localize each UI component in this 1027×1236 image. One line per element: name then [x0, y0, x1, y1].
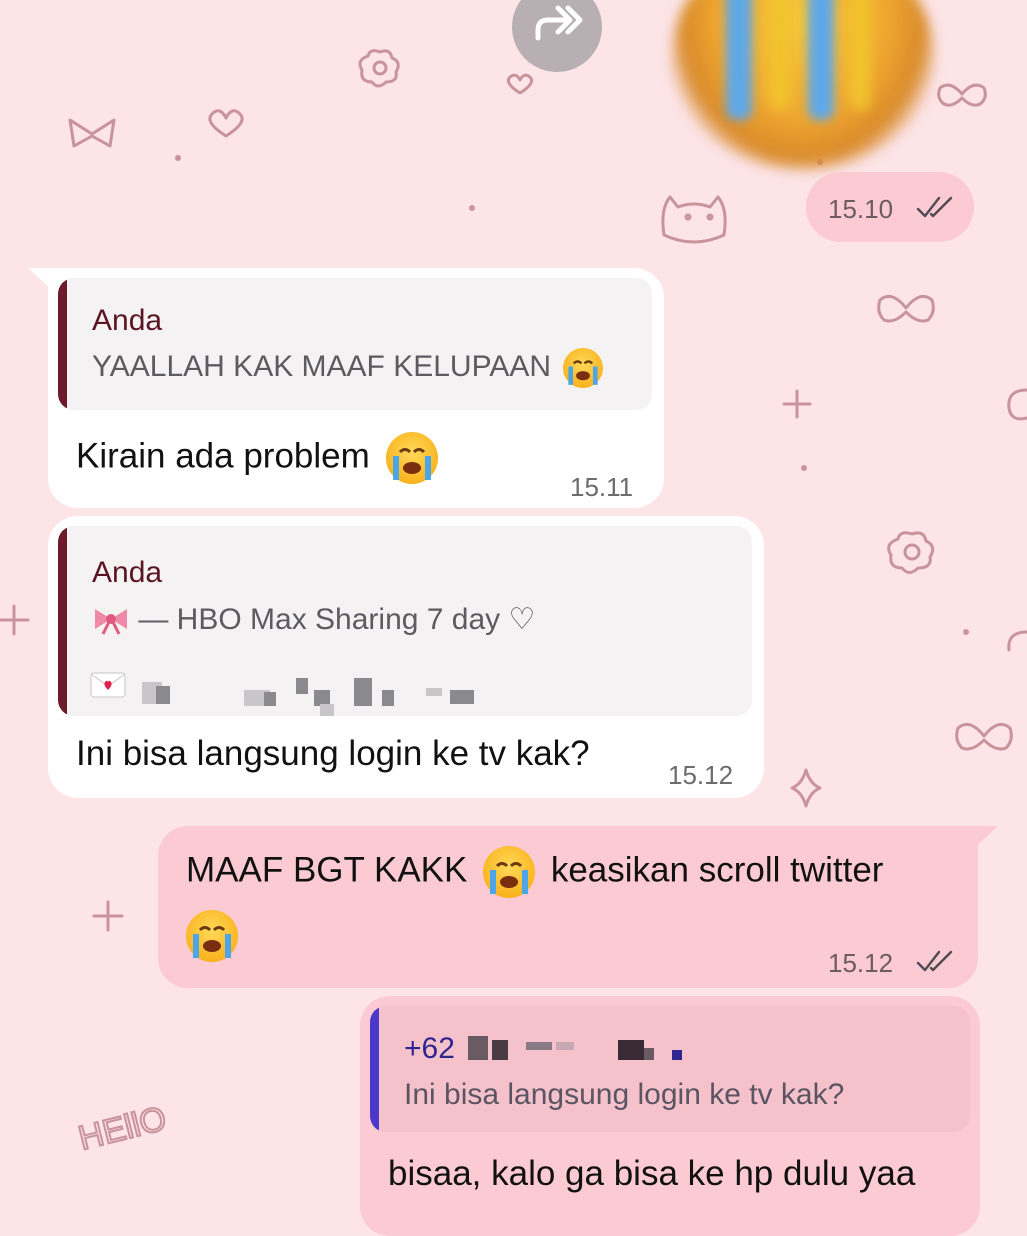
- message-text: MAAF BGT KAKK keasikan scroll twitter: [186, 846, 883, 898]
- message-time: 15.12: [668, 760, 734, 790]
- message-time: 15.11: [570, 472, 634, 502]
- quote-bar: [370, 1006, 379, 1132]
- incoming-message-bubble[interactable]: Anda — HBO Max Sharing 7 day ♡ Ini bisa …: [48, 516, 764, 798]
- message-time: 15.12: [828, 948, 894, 978]
- heart-doodle-icon: [208, 109, 244, 138]
- ribbon-emoji-icon: [92, 606, 130, 636]
- quote-bar: [58, 278, 67, 410]
- plus-doodle-icon: [782, 389, 812, 419]
- double-check-icon: [916, 950, 953, 972]
- outgoing-message-bubble[interactable]: +62 Ini bisa langsung login ke tv kak? b…: [360, 996, 980, 1236]
- crying-face-emoji-icon: [186, 910, 238, 962]
- message-time-pill: 15.10: [806, 172, 974, 242]
- message-time: 15.10: [828, 194, 894, 224]
- double-check-icon: [916, 196, 953, 218]
- bow-doodle-icon: [68, 118, 116, 148]
- quote-sender-name: Anda: [92, 556, 163, 589]
- quote-bar: [58, 526, 67, 716]
- sticker-blur-stripe: [850, 0, 870, 110]
- flower-doodle-icon: [358, 49, 400, 88]
- cat-doodle-icon: [661, 195, 727, 244]
- sticker-blur-stripe: [808, 0, 834, 120]
- bow-doodle-icon: [937, 83, 987, 107]
- reply-quote[interactable]: Anda YAALLAH KAK MAAF KELUPAAN: [58, 278, 652, 410]
- crying-face-emoji-icon: [385, 432, 438, 484]
- plus-doodle-icon: [0, 604, 30, 636]
- quote-text: YAALLAH KAK MAAF KELUPAAN: [92, 348, 604, 388]
- crying-face-emoji-icon: [563, 348, 604, 388]
- quote-sender-name: Anda: [92, 304, 163, 337]
- heart-doodle-icon: [506, 73, 534, 95]
- sticker-blur-stripe: [726, 0, 752, 120]
- love-letter-emoji-icon: [90, 672, 126, 698]
- quote-text: Ini bisa langsung login ke tv kak?: [404, 1078, 845, 1111]
- hello-doodle-text: HEllO: [75, 1099, 170, 1157]
- crying-face-emoji-icon: [483, 846, 536, 898]
- message-text: bisaa, kalo ga bisa ke hp dulu yaa: [388, 1154, 916, 1193]
- forward-arrow-icon: [535, 5, 583, 41]
- flower-doodle-icon: [887, 531, 935, 574]
- incoming-message-bubble[interactable]: Anda YAALLAH KAK MAAF KELUPAAN Kirain ad…: [28, 268, 664, 508]
- outgoing-message-bubble[interactable]: MAAF BGT KAKK keasikan scroll twitter 15…: [158, 826, 998, 988]
- message-text: Kirain ada problem: [76, 432, 438, 484]
- bow-doodle-icon: [877, 294, 935, 323]
- bow-doodle-icon: [955, 722, 1013, 751]
- forward-button[interactable]: [512, 0, 602, 72]
- sticker-blur-stripe: [770, 0, 790, 110]
- bubble-tail: [974, 826, 998, 848]
- bubble-tail: [28, 268, 52, 290]
- quote-text: — HBO Max Sharing 7 day ♡: [92, 602, 535, 637]
- reply-quote[interactable]: +62 Ini bisa langsung login ke tv kak?: [370, 1006, 970, 1132]
- plus-doodle-icon: [92, 900, 124, 932]
- sparkle-doodle-icon: [790, 768, 822, 808]
- reply-quote[interactable]: Anda — HBO Max Sharing 7 day ♡: [58, 526, 752, 716]
- message-text: Ini bisa langsung login ke tv kak?: [76, 734, 590, 773]
- blurred-sticker: [672, 0, 934, 170]
- quote-sender-name: +62: [404, 1032, 455, 1065]
